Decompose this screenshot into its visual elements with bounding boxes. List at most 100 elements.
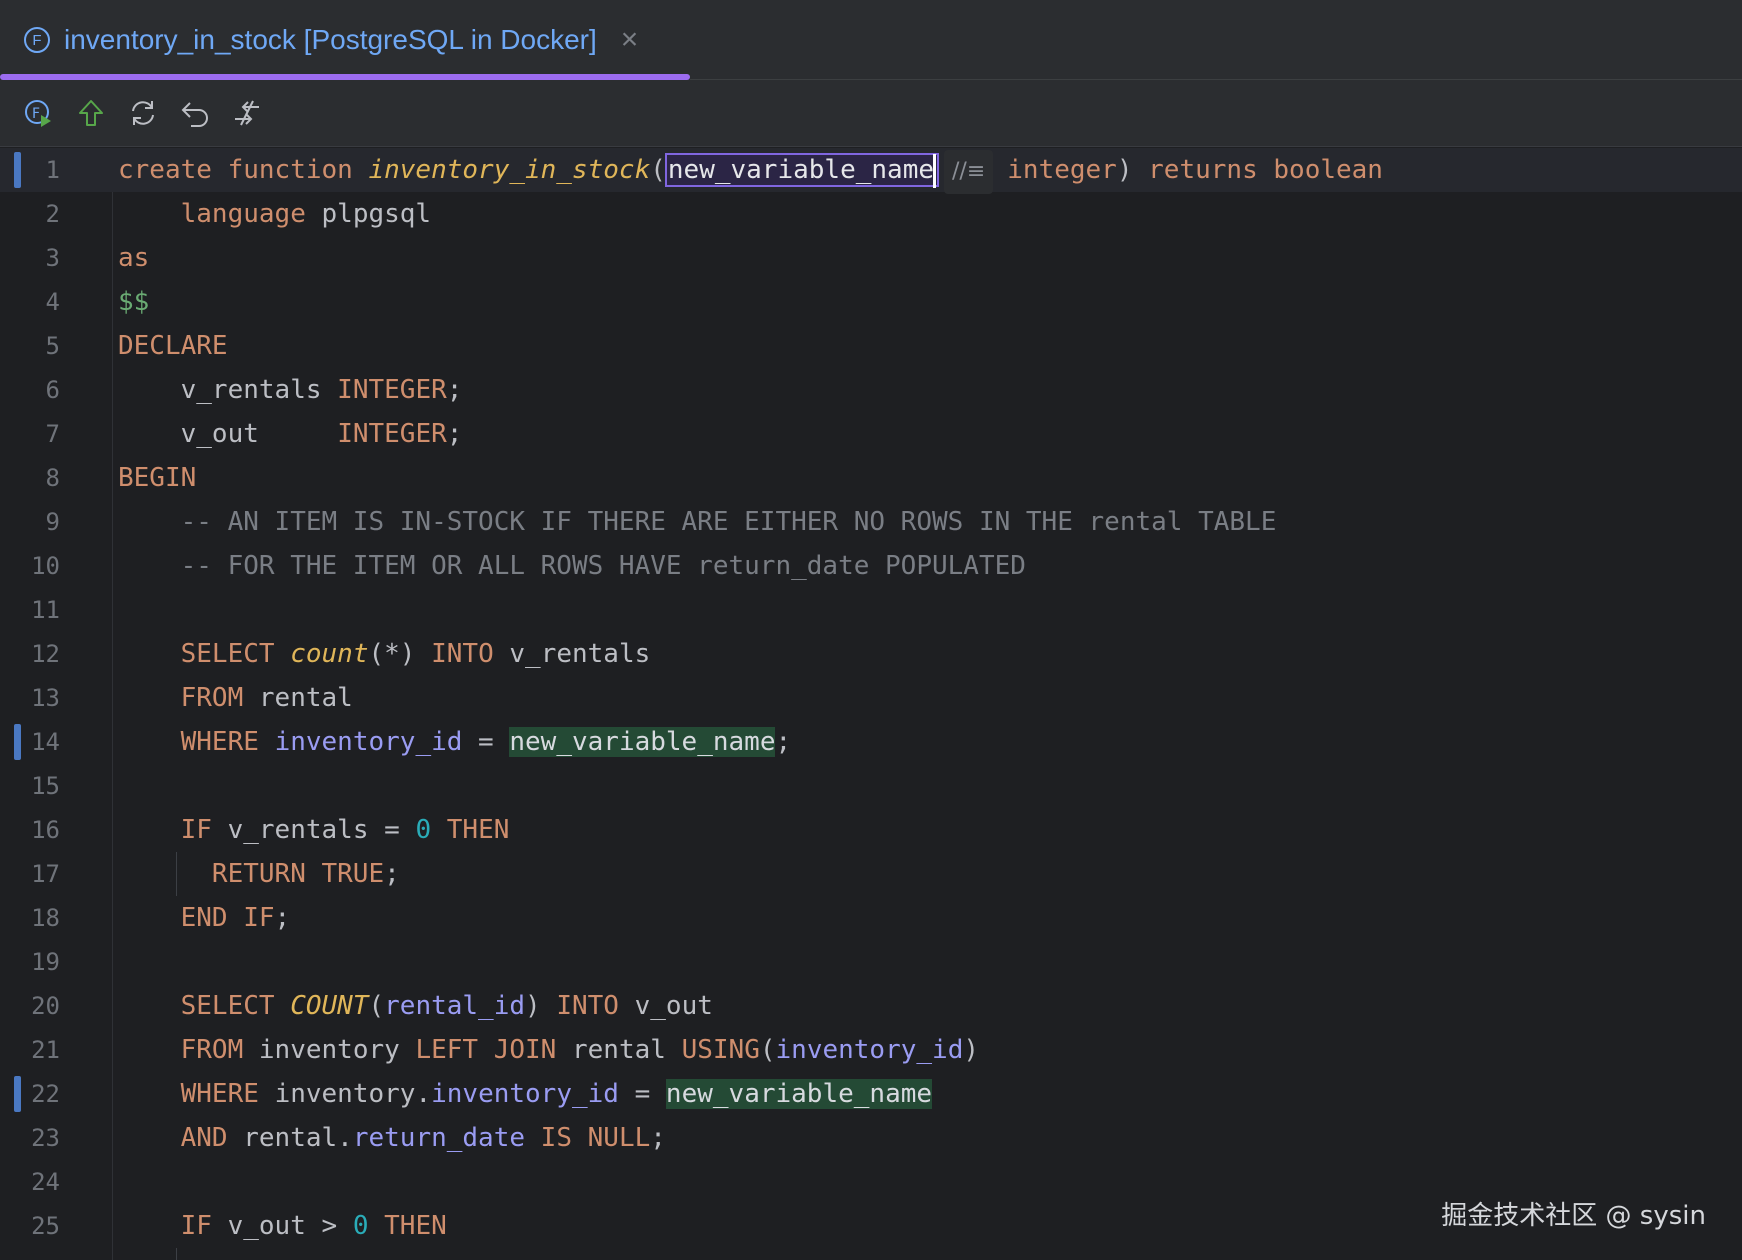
code-text: v_rentals INTEGER; [180, 375, 463, 405]
line-number: 17 [31, 860, 60, 888]
identifier: rental [243, 1123, 338, 1153]
keyword: USING [681, 1035, 760, 1065]
line-number: 23 [31, 1124, 60, 1152]
rename-parameter-field[interactable]: new_variable_name [664, 153, 939, 188]
code-line: 12 SELECT count(*) INTO v_rentals [0, 632, 1742, 676]
tab-inventory-in-stock[interactable]: F inventory_in_stock [PostgreSQL in Dock… [0, 0, 690, 80]
code-line: 1 create function inventory_in_stock(new… [0, 148, 1742, 194]
keyword: IF [180, 815, 212, 845]
close-icon[interactable]: × [621, 25, 639, 55]
compare-icon[interactable] [226, 92, 268, 134]
code-text: BEGIN [118, 456, 196, 500]
run-function-icon[interactable]: F [18, 92, 60, 134]
code-line: 20 SELECT COUNT(rental_id) INTO v_out [0, 984, 1742, 1028]
refresh-icon[interactable] [122, 92, 164, 134]
revert-icon[interactable] [174, 92, 216, 134]
line-number: 14 [31, 728, 60, 756]
identifier: v_rentals [227, 815, 369, 845]
keyword: create [118, 155, 212, 185]
code-line: 2 language plpgsql [0, 192, 1742, 236]
code-line: 16 IF v_rentals = 0 THEN [0, 808, 1742, 852]
code-text: SELECT COUNT(rental_id) INTO v_out [180, 991, 713, 1021]
code-line: 19 [0, 940, 1742, 984]
code-line: 10 -- FOR THE ITEM OR ALL ROWS HAVE retu… [0, 544, 1742, 588]
line-number: 16 [31, 816, 60, 844]
parameter-reference: new_variable_name [509, 727, 776, 757]
code-line: 21 FROM inventory LEFT JOIN rental USING… [0, 1028, 1742, 1072]
line-number: 10 [31, 552, 60, 580]
line-number: 12 [31, 640, 60, 668]
line-number: 1 [45, 156, 60, 184]
keyword: as [118, 243, 150, 273]
code-line: 7 v_out INTEGER; [0, 412, 1742, 456]
keyword: DECLARE [118, 331, 228, 361]
function-file-icon: F [24, 27, 50, 53]
code-text: SELECT count(*) INTO v_rentals [118, 632, 651, 676]
keyword: WHERE [180, 1079, 259, 1109]
editor-toolbar: F [0, 80, 1742, 147]
line-number: 11 [31, 596, 60, 624]
code-text: FROM inventory LEFT JOIN rental USING(in… [180, 1035, 980, 1065]
comment-format-hint-icon[interactable]: //≡ [944, 150, 994, 194]
code-text: language plpgsql [118, 192, 431, 236]
comment: -- AN ITEM IS IN-STOCK IF THERE ARE EITH… [180, 507, 1277, 537]
code-text: DECLARE [118, 324, 228, 368]
keyword: THEN [384, 1211, 447, 1241]
type: INTEGER [337, 419, 447, 449]
code-text: IF v_out > 0 THEN [180, 1211, 447, 1241]
identifier: inventory [258, 1035, 400, 1065]
code-line: 14 WHERE inventory_id = new_variable_nam… [0, 720, 1742, 764]
code-line: 11 [0, 588, 1742, 632]
column-name: return_date [352, 1123, 526, 1153]
code-text: $$ [118, 280, 149, 324]
function-name: inventory_in_stock [368, 155, 651, 185]
code-line: 15 [0, 764, 1742, 808]
code-text: RETURN TRUE; [211, 859, 400, 889]
function-name: count [290, 639, 369, 669]
identifier: plpgsql [321, 199, 432, 229]
identifier: v_rentals [180, 375, 322, 405]
identifier: v_rentals [509, 639, 651, 669]
code-text: IF v_rentals = 0 THEN [180, 815, 510, 845]
line-number: 4 [45, 288, 60, 316]
comment: -- FOR THE ITEM OR ALL ROWS HAVE return_… [180, 551, 1026, 581]
code-line: 8 BEGIN [0, 456, 1742, 500]
keyword: IS NULL [540, 1123, 651, 1153]
code-line: 18 END IF; [0, 896, 1742, 940]
keyword: INTO [431, 639, 494, 669]
editor-tab-bar: F inventory_in_stock [PostgreSQL in Dock… [0, 0, 1742, 80]
code-text: create function inventory_in_stock(new_v… [118, 148, 1383, 194]
svg-text:F: F [32, 106, 40, 122]
type: boolean [1273, 155, 1383, 185]
code-text: v_out INTEGER; [180, 419, 463, 449]
watermark-text: 掘金技术社区 @ sysin [1441, 1201, 1706, 1231]
code-line: 17 RETURN TRUE; [0, 852, 1742, 896]
tab-title: inventory_in_stock [PostgreSQL in Docker… [64, 24, 597, 55]
keyword: BEGIN [118, 463, 197, 493]
keyword: returns [1148, 155, 1258, 185]
number: 0 [352, 1211, 369, 1241]
keyword: AND [180, 1123, 228, 1153]
identifier: v_out [227, 1211, 306, 1241]
identifier: inventory [274, 1079, 416, 1109]
line-number: 18 [31, 904, 60, 932]
code-editor[interactable]: 1 create function inventory_in_stock(new… [0, 148, 1742, 1260]
code-text: -- FOR THE ITEM OR ALL ROWS HAVE return_… [118, 544, 1026, 588]
code-text: WHERE inventory.inventory_id = new_varia… [180, 1079, 933, 1109]
code-line: 22 WHERE inventory.inventory_id = new_va… [0, 1072, 1742, 1116]
code-text: AND rental.return_date IS NULL; [180, 1123, 666, 1153]
text-caret [933, 153, 936, 188]
identifier: rental [258, 683, 353, 713]
column-name: inventory_id [431, 1079, 619, 1109]
indent-guide [176, 1248, 177, 1260]
keyword: LEFT JOIN [415, 1035, 557, 1065]
type: INTEGER [337, 375, 447, 405]
column-name: inventory_id [274, 727, 463, 757]
submit-arrow-up-icon[interactable] [70, 92, 112, 134]
line-number: 9 [45, 508, 60, 536]
line-number: 21 [31, 1036, 60, 1064]
function-name: COUNT [290, 991, 369, 1021]
keyword: RETURN [211, 859, 306, 889]
line-number: 25 [31, 1212, 60, 1240]
line-number: 19 [31, 948, 60, 976]
